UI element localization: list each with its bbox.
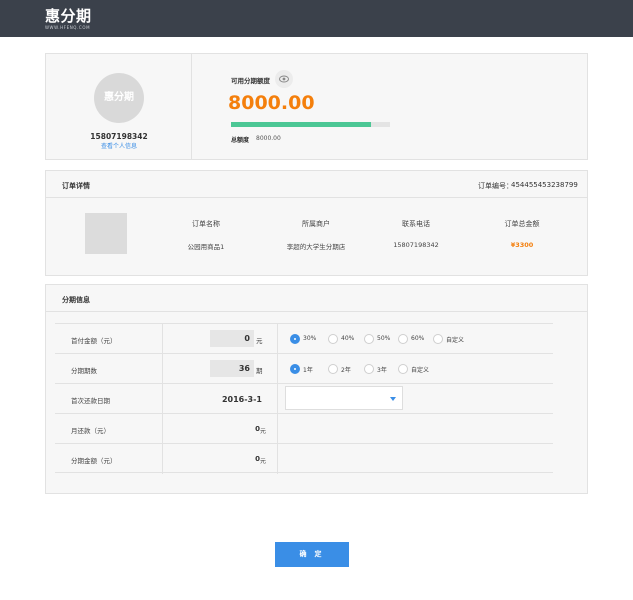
down-payment-radio-40[interactable] [328,334,338,344]
down-payment-input[interactable]: 0 [210,330,254,347]
down-payment-radio-custom[interactable] [433,334,443,344]
credit-label: 可用分期额度 [231,77,270,85]
avatar: 惠分期 [94,73,144,123]
order-header: 订单详情 订单编号： 454455453238799 [46,171,587,198]
first-date-label: 首次还款日期 [71,397,110,405]
monthly-value: 0 [255,425,260,433]
account-phone: 15807198342 [90,132,148,141]
first-date-value: 2016-3-1 [221,395,262,404]
account-profile: 惠分期 15807198342 查看个人信息 [46,54,192,159]
product-image [85,213,127,254]
order-title: 订单详情 [62,182,90,190]
monthly-unit: 元 [260,428,267,435]
monthly-label: 月还款（元） [71,427,110,435]
confirm-button[interactable]: 确 定 [275,542,349,567]
periods-option-label: 3年 [377,367,387,374]
row-divider [277,444,278,474]
down-payment-unit: 元 [256,337,263,345]
periods-option-label: 自定义 [411,367,430,374]
row-divider [277,354,278,384]
order-total-value: ¥3300 [510,241,534,249]
top-bar: 惠分期 WWW.HFENQ.COM [0,0,633,37]
row-divider [277,384,278,414]
column-merchant: 所属商户 [302,220,330,228]
down-payment-option-label: 60% [411,335,425,342]
phone-value: 15807198342 [393,241,439,249]
periods-option-label: 1年 [303,367,313,374]
order-name-value: 公园用商品1 [187,243,225,251]
row-divider [162,384,163,414]
periods-radio-3y[interactable] [364,364,374,374]
row-divider [277,414,278,444]
down-payment-option-label: 40% [341,335,355,342]
order-panel: 订单详情 订单编号： 454455453238799 订单名称 所属商户 联系电… [45,170,588,276]
down-payment-radio-50[interactable] [364,334,374,344]
installment-header: 分期信息 [46,285,587,312]
row-divider [162,414,163,444]
installment-total-label: 分期金额（元） [71,457,117,465]
date-dropdown[interactable] [285,386,403,410]
periods-input[interactable]: 36 [210,360,254,377]
toggle-visibility-button[interactable] [275,70,293,88]
periods-unit: 期 [256,367,263,375]
periods-radio-custom[interactable] [398,364,408,374]
down-payment-option-label: 自定义 [446,337,465,344]
eye-icon [279,75,289,83]
column-total: 订单总金额 [504,220,540,228]
down-payment-option-label: 50% [377,335,391,342]
total-credit-label: 总额度 [231,137,250,144]
monthly-row: 月还款（元） 0 元 [55,413,553,444]
periods-label: 分期期数 [71,367,97,375]
down-payment-radio-60[interactable] [398,334,408,344]
credit-amount: 8000.00 [228,92,315,114]
view-profile-link[interactable]: 查看个人信息 [46,141,192,150]
installment-total-unit: 元 [260,458,267,465]
periods-radio-2y[interactable] [328,364,338,374]
merchant-value: 李超的大学生分期店 [286,243,346,251]
periods-option-label: 2年 [341,367,351,374]
row-divider [162,324,163,354]
credit-progress-bar [231,122,390,127]
row-divider [162,354,163,384]
credit-progress-fill [231,122,371,127]
first-date-row: 首次还款日期 2016-3-1 [55,383,553,414]
down-payment-row: 首付金额（元） 0 元 30% 40% 50% 60% 自定义 [55,323,553,354]
periods-row: 分期期数 36 期 1年 2年 3年 自定义 [55,353,553,384]
installment-title: 分期信息 [62,296,90,304]
down-payment-option-label: 30% [303,335,317,342]
installment-total-value: 0 [255,455,260,463]
site-logo[interactable]: 惠分期 WWW.HFENQ.COM [45,8,92,30]
periods-radio-1y[interactable] [290,364,300,374]
account-panel: 惠分期 15807198342 查看个人信息 可用分期额度 8000.00 总额… [45,53,588,160]
down-payment-label: 首付金额（元） [71,337,117,345]
order-number-label: 订单编号： [478,182,513,190]
column-phone: 联系电话 [402,220,430,228]
row-divider [277,324,278,354]
down-payment-radio-30[interactable] [290,334,300,344]
total-credit-value: 8000.00 [256,135,281,142]
installment-total-row: 分期金额（元） 0 元 [55,443,553,474]
installment-panel: 分期信息 首付金额（元） 0 元 30% 40% 50% 60% 自定义 分期期… [45,284,588,494]
column-order-name: 订单名称 [192,220,220,228]
row-divider [162,444,163,474]
logo-text: 惠分期 [45,7,92,25]
logo-subtext: WWW.HFENQ.COM [45,25,91,30]
chevron-down-icon [390,397,396,401]
order-number: 454455453238799 [511,181,578,189]
